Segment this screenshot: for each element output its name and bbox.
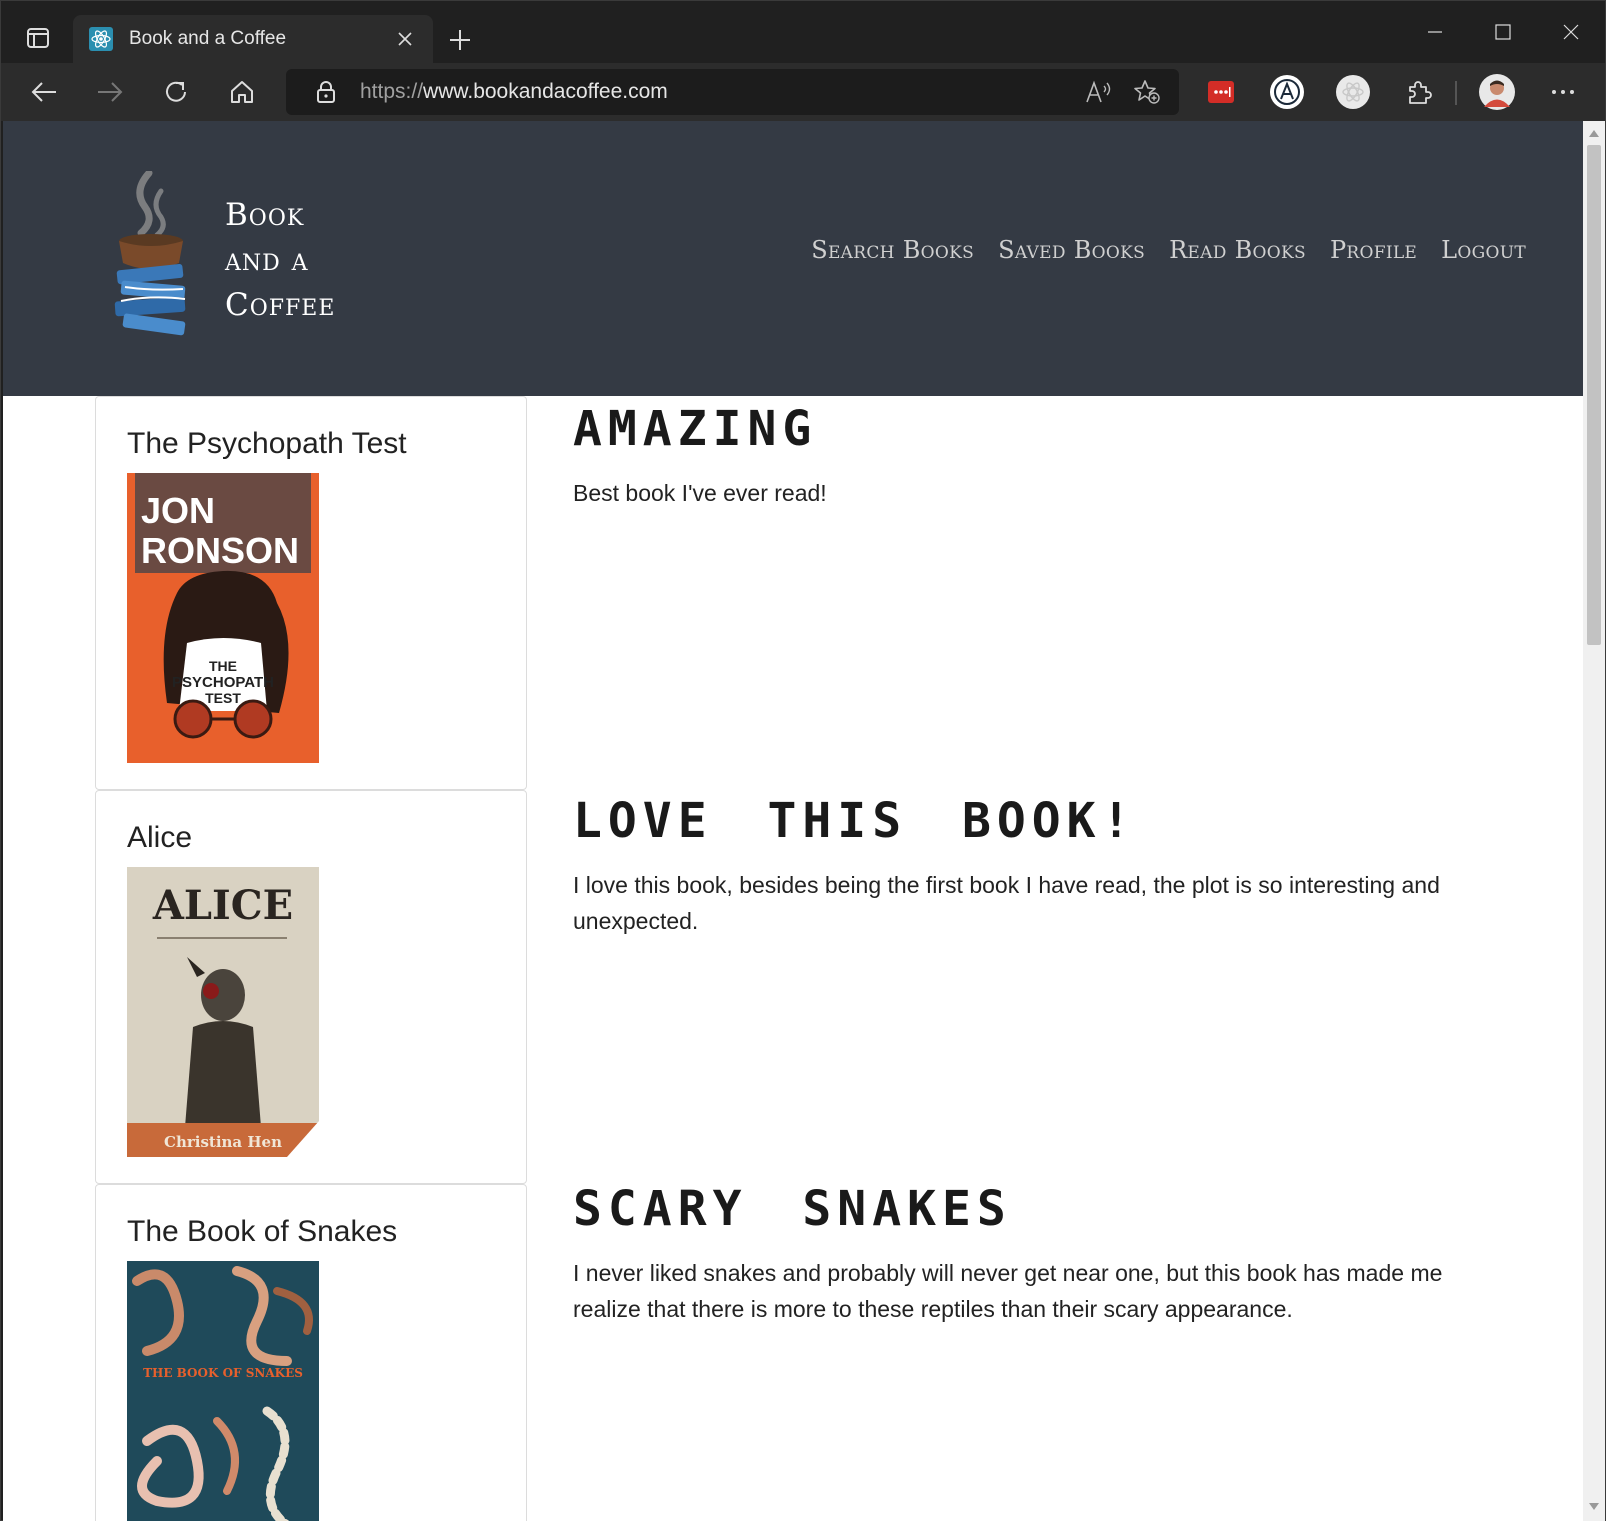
book-card: The Psychopath Test JON RONSON THE PSYCH…: [95, 396, 527, 790]
review: Love this book! I love this book, beside…: [573, 793, 1493, 939]
tab-actions-icon[interactable]: [17, 19, 59, 57]
react-devtools-extension-icon[interactable]: [1333, 72, 1373, 112]
page-viewport: Book and a Coffee Search Books Saved Boo…: [3, 121, 1583, 1521]
review: Scary snakes I never liked snakes and pr…: [573, 1181, 1493, 1327]
close-tab-icon[interactable]: [393, 27, 417, 51]
brand-line-3: Coffee: [225, 287, 336, 323]
nav-read-books[interactable]: Read Books: [1169, 236, 1306, 264]
nav-profile[interactable]: Profile: [1330, 236, 1417, 264]
review-body: I love this book, besides being the firs…: [573, 872, 1440, 934]
home-icon[interactable]: [221, 71, 263, 113]
url-host: www.bookandacoffee.com: [423, 80, 668, 103]
nav-logout[interactable]: Logout: [1441, 236, 1526, 264]
minimize-icon[interactable]: [1401, 1, 1469, 63]
add-favorite-icon[interactable]: [1123, 69, 1171, 115]
browser-toolbar: https://www.bookandacoffee.com: [1, 63, 1605, 121]
address-bar[interactable]: https://www.bookandacoffee.com: [286, 69, 1179, 115]
site-header: Book and a Coffee Search Books Saved Boo…: [3, 121, 1583, 396]
book-cover[interactable]: THE BOOK OF SNAKES: [127, 1261, 319, 1521]
review-title: Amazing: [573, 401, 818, 457]
browser-window: Book and a Coffee https://www.bookandaco…: [0, 0, 1606, 1521]
review-body: I never liked snakes and probably will n…: [573, 1260, 1443, 1322]
review: Amazing Best book I've ever read!: [573, 401, 1493, 511]
cover-title-1: THE: [209, 658, 237, 674]
book-cover[interactable]: ALICE Christina Hen: [127, 867, 319, 1157]
close-window-icon[interactable]: [1537, 1, 1605, 63]
cover-title-2: PSYCHOPATH: [172, 674, 274, 691]
cover-title-3: TEST: [205, 690, 241, 706]
react-favicon-icon: [89, 27, 113, 51]
book-card: Alice ALICE Christina Hen: [95, 790, 527, 1184]
accessibility-extension-icon[interactable]: [1267, 72, 1307, 112]
scroll-thumb[interactable]: [1587, 145, 1601, 645]
back-arrow-icon[interactable]: [23, 71, 65, 113]
book-card: The Book of Snakes THE BOOK OF SNAKES: [95, 1184, 527, 1521]
review-title: Love this book!: [573, 793, 1137, 849]
book-title: The Psychopath Test: [127, 427, 407, 460]
nav-saved-books[interactable]: Saved Books: [998, 236, 1145, 264]
toolbar-separator: [1455, 81, 1457, 105]
forward-arrow-icon[interactable]: [89, 71, 131, 113]
url-text[interactable]: https://www.bookandacoffee.com: [360, 80, 1075, 104]
brand-line-2: and a: [225, 242, 309, 278]
nav-search-books[interactable]: Search Books: [811, 236, 974, 264]
book-coffee-logo-icon[interactable]: [111, 169, 191, 341]
scroll-down-icon[interactable]: [1588, 1501, 1600, 1513]
window-controls: [1401, 1, 1605, 63]
url-scheme: https://: [360, 80, 424, 103]
cover-author: Christina Hen: [164, 1133, 282, 1151]
maximize-icon[interactable]: [1469, 1, 1537, 63]
active-tab[interactable]: Book and a Coffee: [73, 15, 433, 63]
book-cover[interactable]: JON RONSON THE PSYCHOPATH TEST: [127, 473, 319, 763]
tab-title: Book and a Coffee: [129, 28, 287, 49]
main-nav: Search Books Saved Books Read Books Prof…: [811, 236, 1526, 264]
scroll-up-icon[interactable]: [1588, 127, 1600, 139]
lastpass-extension-icon[interactable]: [1201, 72, 1241, 112]
more-options-icon[interactable]: [1543, 72, 1583, 112]
brand-line-1: Book: [225, 197, 305, 233]
read-aloud-icon[interactable]: [1075, 69, 1123, 115]
book-title: Alice: [127, 821, 193, 854]
new-tab-button[interactable]: [441, 21, 479, 59]
cover-author-2: RONSON: [141, 530, 299, 571]
brand-name[interactable]: Book and a Coffee: [225, 193, 335, 328]
refresh-icon[interactable]: [155, 71, 197, 113]
page-scrollbar[interactable]: [1583, 121, 1605, 1521]
cover-author-1: JON: [141, 490, 215, 531]
profile-avatar[interactable]: [1477, 72, 1517, 112]
cover-title: THE BOOK OF SNAKES: [143, 1366, 303, 1380]
review-body: Best book I've ever read!: [573, 480, 827, 506]
tab-bar: Book and a Coffee: [1, 1, 1605, 63]
lock-icon[interactable]: [306, 80, 346, 104]
extensions-puzzle-icon[interactable]: [1399, 72, 1439, 112]
book-title: The Book of Snakes: [127, 1215, 398, 1248]
review-title: Scary snakes: [573, 1181, 1012, 1237]
cover-title: ALICE: [152, 882, 293, 929]
